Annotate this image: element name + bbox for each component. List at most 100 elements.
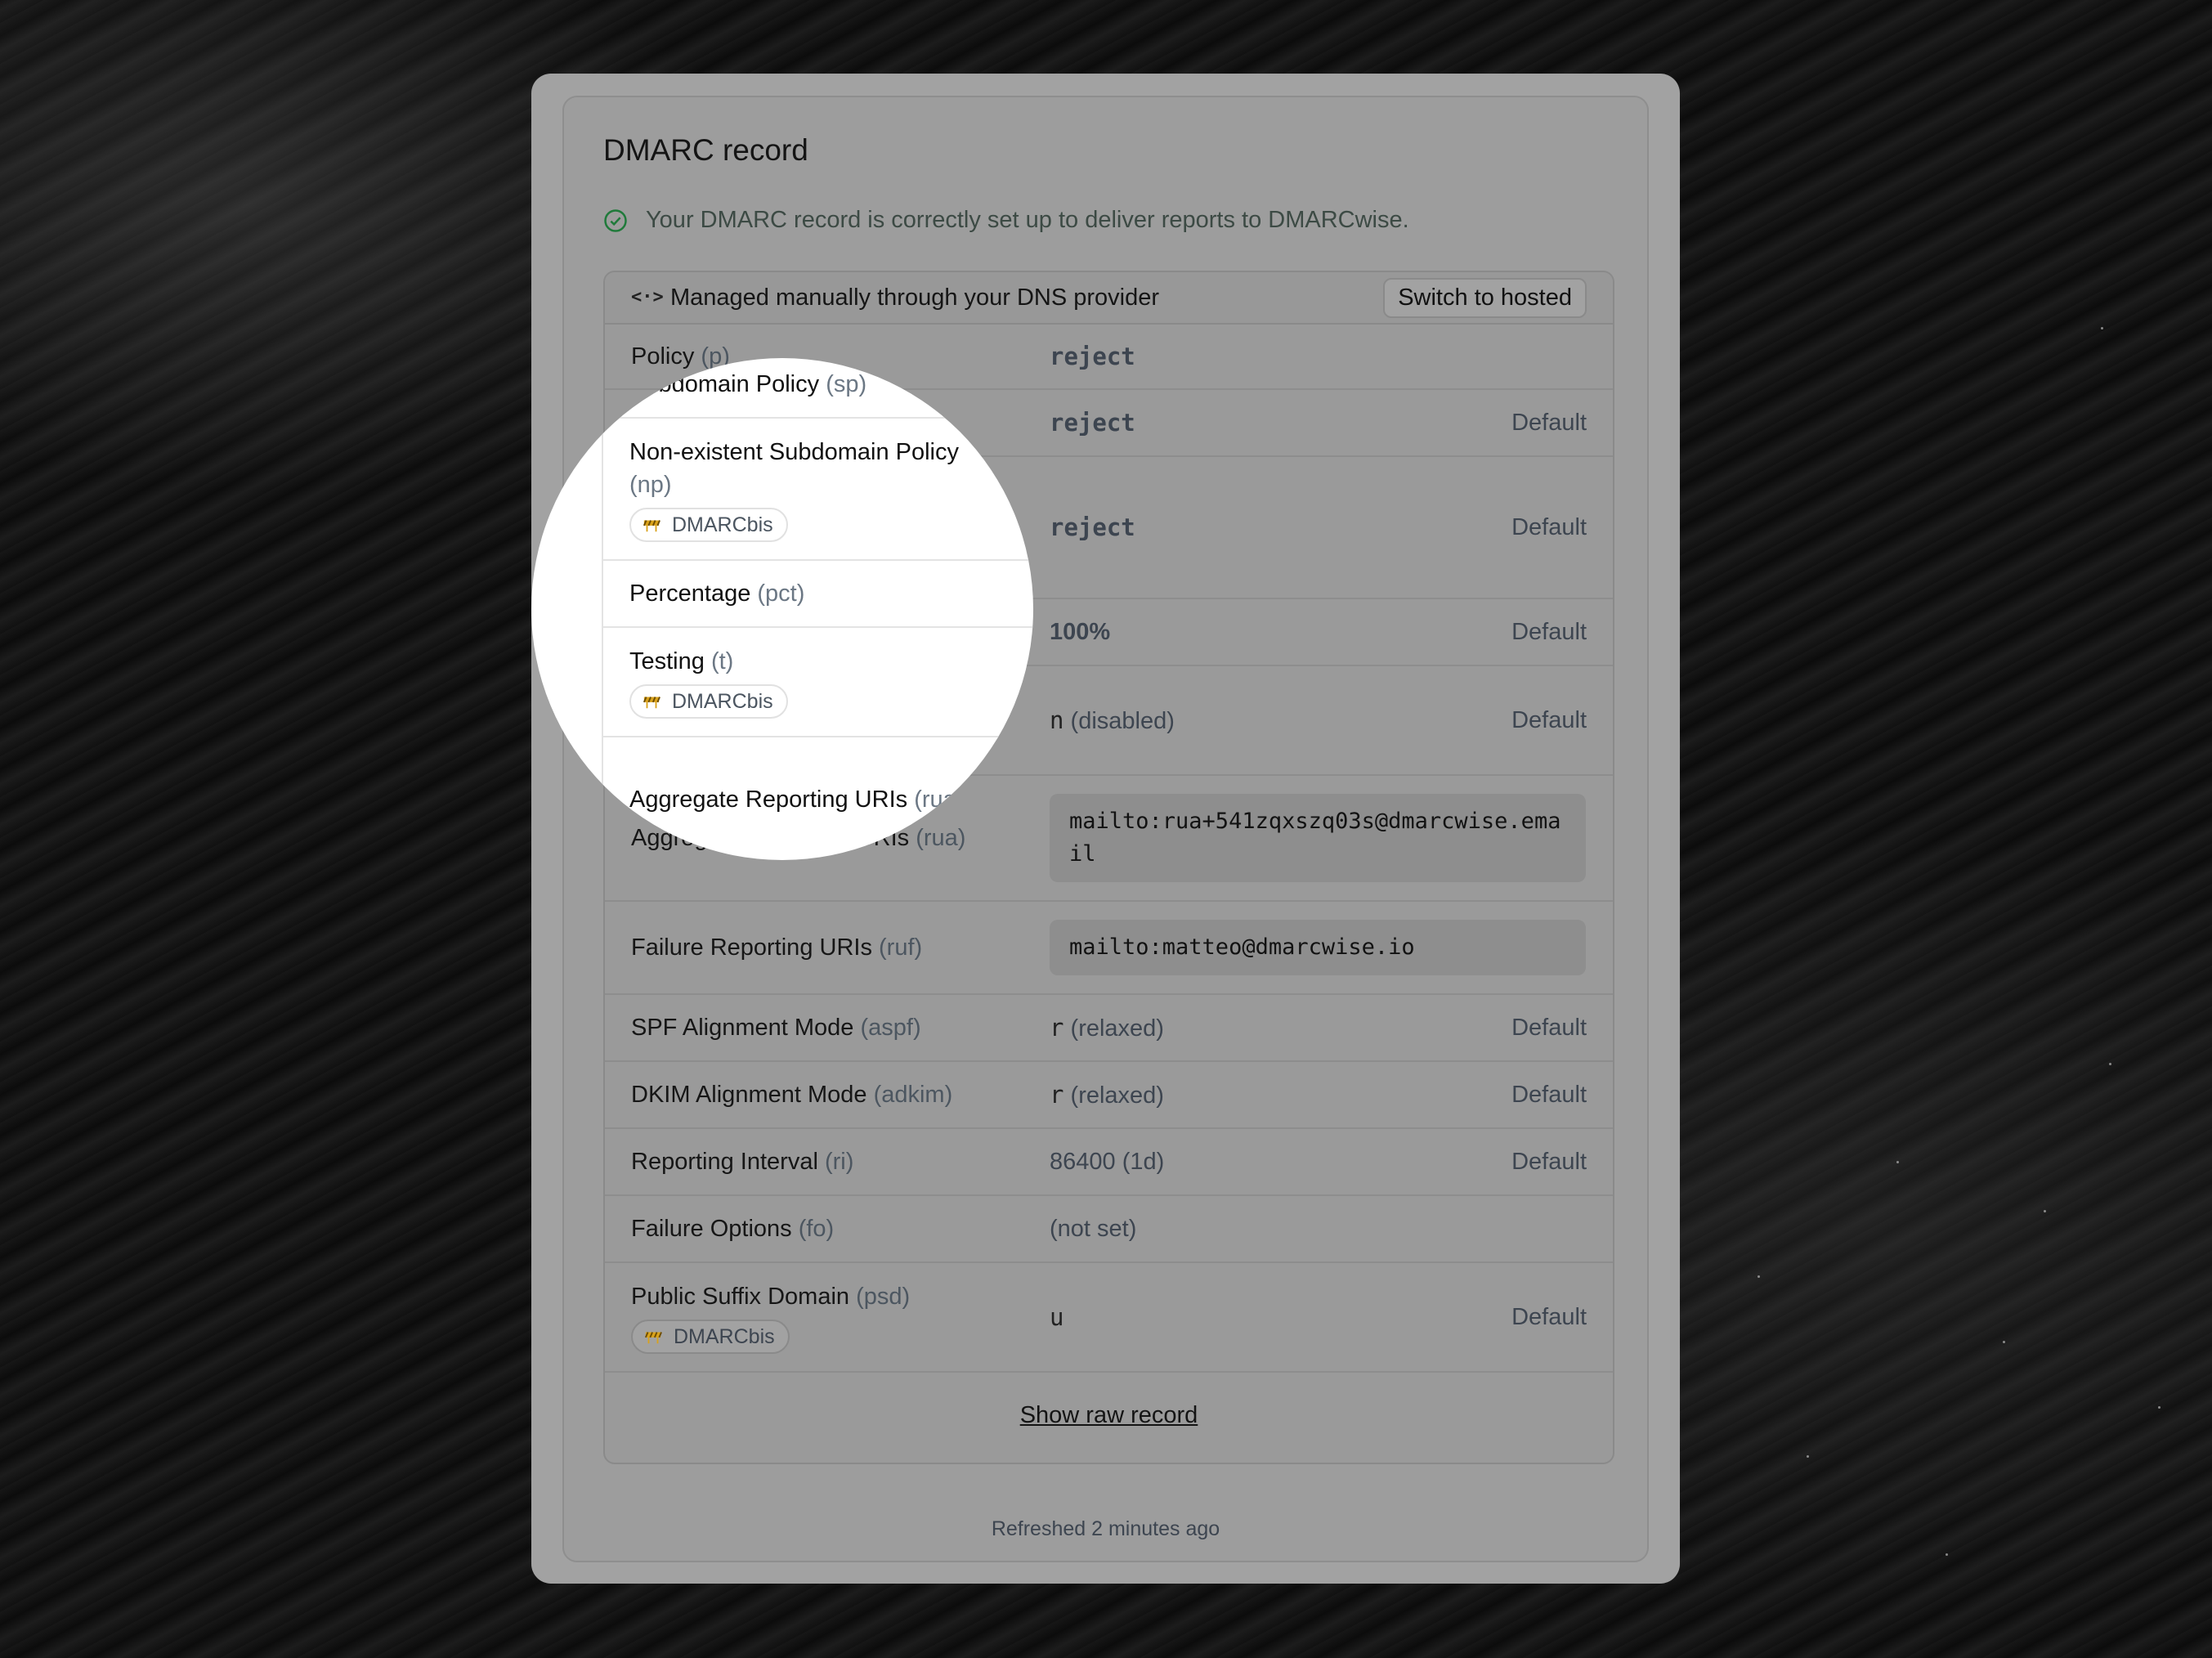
- record-row-adkim: DKIM Alignment Mode (adkim) r (relaxed) …: [605, 1062, 1613, 1129]
- tag-name: SPF Alignment Mode: [631, 1015, 854, 1041]
- tag-name: Aggregate Reporting URIs: [629, 786, 908, 813]
- tag-name: Reporting Interval: [631, 1149, 818, 1175]
- background-speck: [1896, 1161, 1899, 1163]
- background-speck: [1758, 1275, 1760, 1278]
- tag-value: 100%: [1050, 618, 1111, 645]
- tag-key: (np): [629, 471, 672, 498]
- tag-value-code: r: [1050, 1013, 1064, 1042]
- show-raw-record-link[interactable]: Show raw record: [1020, 1402, 1198, 1429]
- default-label: Default: [1511, 409, 1587, 436]
- magnified-row-np-policy: Non-existent Subdomain Policy (np) DMARC…: [603, 419, 1033, 561]
- tag-value: r (relaxed): [1050, 1081, 1511, 1109]
- barrier-icon: [643, 519, 660, 531]
- tag-value: r (relaxed): [1050, 1014, 1511, 1042]
- tag-value-code: n: [1050, 706, 1064, 734]
- magnifier-spotlight: Subdomain Policy (sp) Non-existent Subdo…: [531, 358, 1033, 860]
- background-speck: [1946, 1553, 1948, 1556]
- tag-key: (rua): [914, 786, 965, 813]
- check-circle-icon: [604, 208, 627, 232]
- row-label: Subdomain Policy (sp): [629, 368, 1033, 401]
- tag-value-text: (relaxed): [1070, 1015, 1164, 1042]
- tag-name: Percentage: [629, 580, 751, 607]
- background-speck: [1807, 1455, 1809, 1458]
- ruf-uri-box[interactable]: mailto:matteo@dmarcwise.io: [1050, 920, 1586, 975]
- tag-key: (sp): [826, 371, 867, 397]
- tag-key: (t): [710, 648, 734, 674]
- default-label: Default: [1511, 513, 1587, 540]
- tag-name: Failure Reporting URIs: [631, 934, 872, 961]
- magnified-row-rua: Aggregate Reporting URIs (rua): [603, 737, 1033, 860]
- tag-name: Failure Options: [631, 1216, 792, 1242]
- tag-value-text: (relaxed): [1070, 1082, 1164, 1109]
- tag-value: reject: [1050, 409, 1135, 437]
- badge-label: DMARCbis: [674, 1324, 775, 1348]
- tag-value-container: mailto:rua+541zqxszq03s@dmarcwise.email: [1050, 794, 1587, 882]
- row-label: SPF Alignment Mode (aspf): [631, 1011, 1050, 1044]
- magnified-rows: Subdomain Policy (sp) Non-existent Subdo…: [603, 358, 1033, 860]
- magnified-row-percentage: Percentage (pct): [603, 561, 1033, 628]
- background-speck: [2044, 1210, 2046, 1212]
- default-label: Default: [1511, 618, 1587, 645]
- magnified-row-testing: Testing (t) DMARCbis: [603, 628, 1033, 737]
- record-row-ruf: Failure Reporting URIs (ruf) mailto:matt…: [605, 902, 1613, 995]
- tag-value: reject: [1050, 343, 1135, 370]
- status-message: Your DMARC record is correctly set up to…: [603, 207, 1409, 234]
- tag-value-text: (disabled): [1070, 707, 1175, 734]
- tag-key: (adkim): [873, 1082, 953, 1108]
- tag-name: DKIM Alignment Mode: [631, 1082, 867, 1108]
- barrier-icon: [644, 1331, 662, 1343]
- badge-label: DMARCbis: [672, 513, 773, 536]
- tag-name: Public Suffix Domain: [631, 1283, 850, 1310]
- record-row-psd: Public Suffix Domain (psd) DMARCbis u De…: [605, 1263, 1613, 1373]
- row-label: Non-existent Subdomain Policy (np) DMARC…: [629, 436, 1033, 543]
- tag-value: reject: [1050, 513, 1135, 541]
- tag-key: (aspf): [860, 1015, 921, 1041]
- tag-name: Subdomain Policy: [629, 371, 820, 397]
- row-label: DKIM Alignment Mode (adkim): [631, 1078, 1050, 1111]
- tag-key: (psd): [856, 1283, 911, 1310]
- tag-key: (ruf): [879, 934, 923, 961]
- tag-value: u: [1050, 1303, 1511, 1332]
- dmarcbis-badge: DMARCbis: [629, 683, 788, 719]
- default-label: Default: [1511, 1014, 1587, 1041]
- tag-name: Non-existent Subdomain Policy: [629, 438, 959, 465]
- code-icon: <·>: [631, 287, 664, 307]
- management-label: Managed manually through your DNS provid…: [670, 284, 1160, 311]
- default-label: Default: [1511, 706, 1587, 733]
- card-title: DMARC record: [603, 133, 808, 167]
- background-speck: [2101, 327, 2103, 329]
- record-row-aspf: SPF Alignment Mode (aspf) r (relaxed) De…: [605, 995, 1613, 1062]
- row-label: Reporting Interval (ri): [631, 1145, 1050, 1178]
- barrier-icon: [643, 696, 660, 708]
- record-row-fo: Failure Options (fo) (not set): [605, 1196, 1613, 1263]
- tag-value-code: r: [1050, 1080, 1064, 1109]
- row-label: Percentage (pct): [629, 577, 1033, 610]
- tag-key: (pct): [757, 580, 805, 607]
- default-label: Default: [1511, 1081, 1587, 1108]
- rua-uri-box[interactable]: mailto:rua+541zqxszq03s@dmarcwise.email: [1050, 794, 1586, 882]
- default-label: Default: [1511, 1148, 1587, 1175]
- row-label: Testing (t) DMARCbis: [629, 645, 1033, 719]
- background-speck: [2158, 1406, 2161, 1409]
- dmarcbis-badge: DMARCbis: [629, 507, 788, 542]
- status-text: Your DMARC record is correctly set up to…: [646, 207, 1409, 233]
- record-row-ri: Reporting Interval (ri) 86400 (1d) Defau…: [605, 1129, 1613, 1196]
- row-label: Public Suffix Domain (psd) DMARCbis: [631, 1280, 1050, 1355]
- row-label: Aggregate Reporting URIs (rua): [629, 783, 1033, 816]
- dmarcbis-badge: DMARCbis: [631, 1319, 790, 1354]
- show-raw-record-container: Show raw record: [605, 1373, 1613, 1458]
- management-header: <·> Managed manually through your DNS pr…: [605, 272, 1613, 325]
- tag-value: 86400 (1d): [1050, 1148, 1165, 1175]
- badge-label: DMARCbis: [672, 689, 773, 713]
- switch-to-hosted-button[interactable]: Switch to hosted: [1383, 277, 1587, 318]
- tag-value-container: mailto:matteo@dmarcwise.io: [1050, 920, 1587, 975]
- refreshed-timestamp: Refreshed 2 minutes ago: [991, 1517, 1220, 1540]
- row-label: Failure Options (fo): [631, 1212, 1050, 1245]
- tag-value: (not set): [1050, 1215, 1137, 1242]
- row-label: Failure Reporting URIs (ruf): [631, 931, 1050, 964]
- background-speck: [2003, 1341, 2005, 1343]
- tag-name: Testing: [629, 648, 705, 674]
- tag-value-code: u: [1050, 1302, 1064, 1331]
- default-label: Default: [1511, 1303, 1587, 1330]
- tag-key: (ri): [824, 1149, 854, 1175]
